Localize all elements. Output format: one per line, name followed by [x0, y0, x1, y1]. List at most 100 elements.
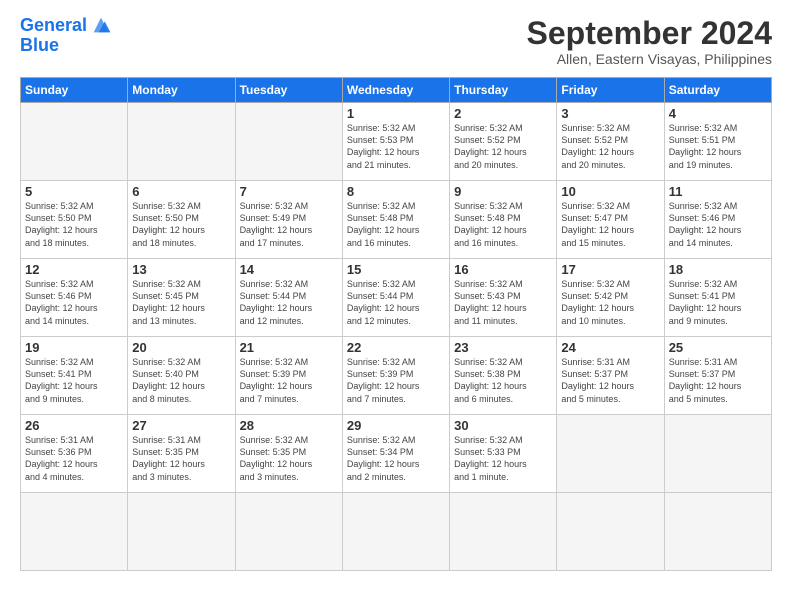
table-row: 6Sunrise: 5:32 AMSunset: 5:50 PMDaylight…: [128, 181, 235, 259]
day-number: 27: [132, 418, 230, 433]
day-info: Sunrise: 5:32 AMSunset: 5:46 PMDaylight:…: [25, 278, 123, 327]
day-number: 22: [347, 340, 445, 355]
day-info: Sunrise: 5:32 AMSunset: 5:49 PMDaylight:…: [240, 200, 338, 249]
table-row: 7Sunrise: 5:32 AMSunset: 5:49 PMDaylight…: [235, 181, 342, 259]
location: Allen, Eastern Visayas, Philippines: [527, 51, 772, 67]
day-number: 29: [347, 418, 445, 433]
day-number: 23: [454, 340, 552, 355]
day-number: 6: [132, 184, 230, 199]
day-number: 5: [25, 184, 123, 199]
table-row: [557, 493, 664, 571]
table-row: 21Sunrise: 5:32 AMSunset: 5:39 PMDayligh…: [235, 337, 342, 415]
day-info: Sunrise: 5:32 AMSunset: 5:40 PMDaylight:…: [132, 356, 230, 405]
day-info: Sunrise: 5:32 AMSunset: 5:39 PMDaylight:…: [347, 356, 445, 405]
header-sunday: Sunday: [21, 78, 128, 103]
table-row: 14Sunrise: 5:32 AMSunset: 5:44 PMDayligh…: [235, 259, 342, 337]
table-row: 25Sunrise: 5:31 AMSunset: 5:37 PMDayligh…: [664, 337, 771, 415]
day-info: Sunrise: 5:32 AMSunset: 5:46 PMDaylight:…: [669, 200, 767, 249]
table-row: 28Sunrise: 5:32 AMSunset: 5:35 PMDayligh…: [235, 415, 342, 493]
header: General Blue September 2024 Allen, Easte…: [20, 16, 772, 67]
day-info: Sunrise: 5:32 AMSunset: 5:34 PMDaylight:…: [347, 434, 445, 483]
day-number: 13: [132, 262, 230, 277]
table-row: 19Sunrise: 5:32 AMSunset: 5:41 PMDayligh…: [21, 337, 128, 415]
day-info: Sunrise: 5:32 AMSunset: 5:41 PMDaylight:…: [25, 356, 123, 405]
day-number: 11: [669, 184, 767, 199]
table-row: 15Sunrise: 5:32 AMSunset: 5:44 PMDayligh…: [342, 259, 449, 337]
day-number: 28: [240, 418, 338, 433]
calendar-table: Sunday Monday Tuesday Wednesday Thursday…: [20, 77, 772, 571]
day-number: 20: [132, 340, 230, 355]
page: General Blue September 2024 Allen, Easte…: [0, 0, 792, 612]
table-row: [128, 103, 235, 181]
calendar-row: 5Sunrise: 5:32 AMSunset: 5:50 PMDaylight…: [21, 181, 772, 259]
day-info: Sunrise: 5:32 AMSunset: 5:38 PMDaylight:…: [454, 356, 552, 405]
header-tuesday: Tuesday: [235, 78, 342, 103]
day-number: 7: [240, 184, 338, 199]
day-number: 19: [25, 340, 123, 355]
day-number: 18: [669, 262, 767, 277]
table-row: 12Sunrise: 5:32 AMSunset: 5:46 PMDayligh…: [21, 259, 128, 337]
table-row: 27Sunrise: 5:31 AMSunset: 5:35 PMDayligh…: [128, 415, 235, 493]
table-row: 29Sunrise: 5:32 AMSunset: 5:34 PMDayligh…: [342, 415, 449, 493]
header-saturday: Saturday: [664, 78, 771, 103]
table-row: 18Sunrise: 5:32 AMSunset: 5:41 PMDayligh…: [664, 259, 771, 337]
header-friday: Friday: [557, 78, 664, 103]
table-row: 23Sunrise: 5:32 AMSunset: 5:38 PMDayligh…: [450, 337, 557, 415]
table-row: 17Sunrise: 5:32 AMSunset: 5:42 PMDayligh…: [557, 259, 664, 337]
day-number: 16: [454, 262, 552, 277]
logo-text-line2: Blue: [20, 36, 59, 56]
calendar-row: 12Sunrise: 5:32 AMSunset: 5:46 PMDayligh…: [21, 259, 772, 337]
day-number: 10: [561, 184, 659, 199]
title-area: September 2024 Allen, Eastern Visayas, P…: [527, 16, 772, 67]
day-number: 25: [669, 340, 767, 355]
day-info: Sunrise: 5:32 AMSunset: 5:35 PMDaylight:…: [240, 434, 338, 483]
day-info: Sunrise: 5:32 AMSunset: 5:52 PMDaylight:…: [561, 122, 659, 171]
day-info: Sunrise: 5:32 AMSunset: 5:47 PMDaylight:…: [561, 200, 659, 249]
day-info: Sunrise: 5:32 AMSunset: 5:33 PMDaylight:…: [454, 434, 552, 483]
table-row: 20Sunrise: 5:32 AMSunset: 5:40 PMDayligh…: [128, 337, 235, 415]
day-number: 21: [240, 340, 338, 355]
logo-icon: [90, 14, 112, 36]
calendar-row: 26Sunrise: 5:31 AMSunset: 5:36 PMDayligh…: [21, 415, 772, 493]
table-row: 5Sunrise: 5:32 AMSunset: 5:50 PMDaylight…: [21, 181, 128, 259]
table-row: [664, 493, 771, 571]
table-row: 26Sunrise: 5:31 AMSunset: 5:36 PMDayligh…: [21, 415, 128, 493]
table-row: [21, 493, 128, 571]
day-number: 2: [454, 106, 552, 121]
calendar-header-row: Sunday Monday Tuesday Wednesday Thursday…: [21, 78, 772, 103]
header-thursday: Thursday: [450, 78, 557, 103]
table-row: [235, 103, 342, 181]
day-info: Sunrise: 5:32 AMSunset: 5:44 PMDaylight:…: [347, 278, 445, 327]
day-info: Sunrise: 5:32 AMSunset: 5:53 PMDaylight:…: [347, 122, 445, 171]
table-row: [664, 415, 771, 493]
day-number: 12: [25, 262, 123, 277]
table-row: [128, 493, 235, 571]
table-row: [557, 415, 664, 493]
calendar-row: [21, 493, 772, 571]
day-info: Sunrise: 5:31 AMSunset: 5:36 PMDaylight:…: [25, 434, 123, 483]
table-row: 9Sunrise: 5:32 AMSunset: 5:48 PMDaylight…: [450, 181, 557, 259]
day-info: Sunrise: 5:32 AMSunset: 5:43 PMDaylight:…: [454, 278, 552, 327]
table-row: 3Sunrise: 5:32 AMSunset: 5:52 PMDaylight…: [557, 103, 664, 181]
calendar-row: 19Sunrise: 5:32 AMSunset: 5:41 PMDayligh…: [21, 337, 772, 415]
day-info: Sunrise: 5:31 AMSunset: 5:37 PMDaylight:…: [669, 356, 767, 405]
table-row: 2Sunrise: 5:32 AMSunset: 5:52 PMDaylight…: [450, 103, 557, 181]
table-row: 4Sunrise: 5:32 AMSunset: 5:51 PMDaylight…: [664, 103, 771, 181]
day-info: Sunrise: 5:32 AMSunset: 5:50 PMDaylight:…: [132, 200, 230, 249]
day-info: Sunrise: 5:32 AMSunset: 5:41 PMDaylight:…: [669, 278, 767, 327]
day-number: 3: [561, 106, 659, 121]
day-info: Sunrise: 5:32 AMSunset: 5:51 PMDaylight:…: [669, 122, 767, 171]
day-info: Sunrise: 5:31 AMSunset: 5:37 PMDaylight:…: [561, 356, 659, 405]
day-info: Sunrise: 5:32 AMSunset: 5:50 PMDaylight:…: [25, 200, 123, 249]
day-number: 30: [454, 418, 552, 433]
day-info: Sunrise: 5:32 AMSunset: 5:48 PMDaylight:…: [347, 200, 445, 249]
table-row: [21, 103, 128, 181]
day-number: 8: [347, 184, 445, 199]
table-row: 24Sunrise: 5:31 AMSunset: 5:37 PMDayligh…: [557, 337, 664, 415]
day-info: Sunrise: 5:31 AMSunset: 5:35 PMDaylight:…: [132, 434, 230, 483]
month-title: September 2024: [527, 16, 772, 51]
calendar-row: 1Sunrise: 5:32 AMSunset: 5:53 PMDaylight…: [21, 103, 772, 181]
day-number: 1: [347, 106, 445, 121]
day-info: Sunrise: 5:32 AMSunset: 5:45 PMDaylight:…: [132, 278, 230, 327]
table-row: 16Sunrise: 5:32 AMSunset: 5:43 PMDayligh…: [450, 259, 557, 337]
